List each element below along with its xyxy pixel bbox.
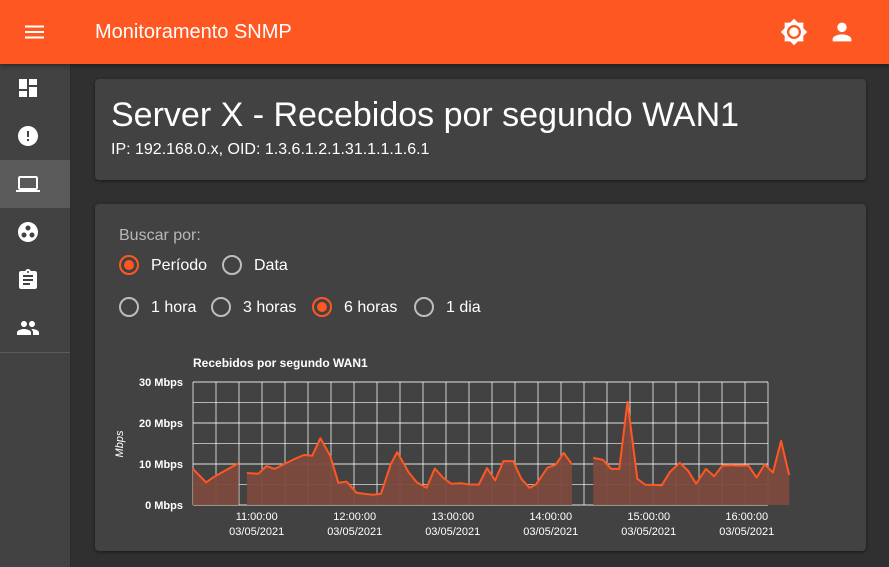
x-tick-date: 03/05/2021: [425, 526, 480, 538]
app-title: Monitoramento SNMP: [95, 21, 292, 43]
sidebar-item-network[interactable]: [0, 208, 70, 256]
x-tick-time: 15:00:00: [627, 511, 670, 523]
x-tick-date: 03/05/2021: [327, 526, 382, 538]
y-tick-label: 10 Mbps: [139, 459, 183, 471]
series-area: [246, 438, 572, 505]
series-area: [593, 401, 790, 505]
page-title: Server X - Recebidos por segundo WAN1: [111, 96, 740, 134]
sidebar: [0, 64, 71, 567]
header-card: Server X - Recebidos por segundo WAN1 IP…: [95, 79, 866, 180]
people-icon: [17, 321, 39, 335]
x-tick-time: 11:00:00: [236, 511, 278, 523]
x-tick-date: 03/05/2021: [229, 526, 284, 538]
app-bar: Monitoramento SNMP: [0, 0, 889, 64]
y-tick-label: 30 Mbps: [139, 377, 183, 389]
y-axis-label: Mbps: [114, 430, 126, 457]
x-tick-date: 03/05/2021: [523, 526, 578, 538]
hub-icon: [18, 222, 38, 242]
brightness-icon[interactable]: [780, 18, 808, 46]
x-tick-date: 03/05/2021: [621, 526, 676, 538]
alert-icon: [18, 126, 38, 146]
x-tick-time: 16:00:00: [725, 511, 768, 523]
x-tick-time: 12:00:00: [333, 511, 376, 523]
traffic-chart: Recebidos por segundo WAN1 Mbps 0 Mbps 10…: [114, 356, 791, 538]
chart-card: Buscar por: Período Data 1 hora 3 horas …: [95, 204, 866, 551]
dashboard-icon: [19, 79, 37, 97]
laptop-icon: [16, 176, 40, 192]
sidebar-item-dashboard[interactable]: [0, 64, 70, 112]
account-icon[interactable]: [828, 18, 856, 46]
sidebar-item-devices[interactable]: [0, 160, 70, 208]
menu-icon[interactable]: [22, 20, 48, 44]
sidebar-item-alerts[interactable]: [0, 112, 70, 160]
page-subtitle: IP: 192.168.0.x, OID: 1.3.6.1.2.1.31.1.1…: [111, 141, 430, 158]
x-tick-date: 03/05/2021: [719, 526, 774, 538]
sidebar-divider: [0, 352, 70, 353]
y-tick-label: 20 Mbps: [139, 418, 183, 430]
sidebar-item-reports[interactable]: [0, 256, 70, 304]
clipboard-icon: [19, 269, 37, 289]
sidebar-item-users[interactable]: [0, 304, 70, 352]
y-tick-label: 0 Mbps: [145, 500, 183, 512]
chart-title: Recebidos por segundo WAN1: [193, 356, 368, 370]
x-tick-time: 13:00:00: [431, 511, 474, 523]
x-tick-time: 14:00:00: [529, 511, 572, 523]
